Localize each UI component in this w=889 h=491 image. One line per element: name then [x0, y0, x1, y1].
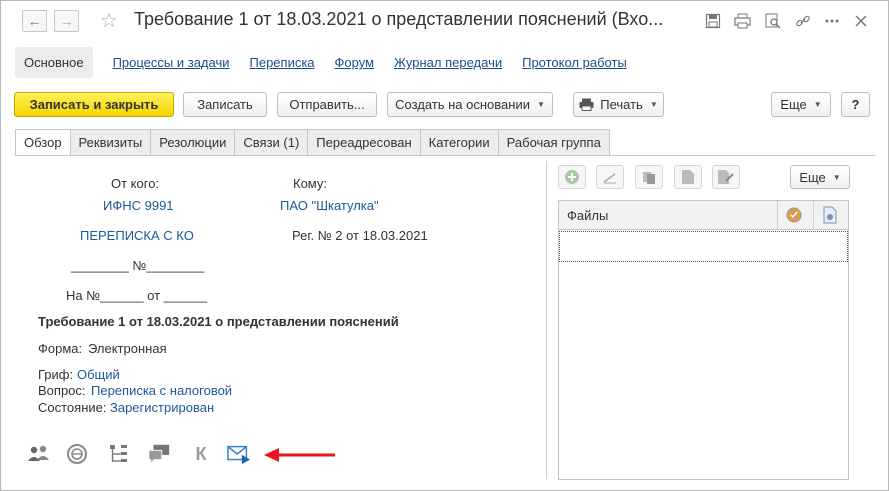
print-button[interactable]: Печать ▼ — [573, 92, 664, 117]
dropdown-caret-icon: ▼ — [649, 100, 658, 109]
edit-pen-icon — [603, 173, 616, 184]
section-link-work-log[interactable]: Протокол работы — [522, 55, 627, 70]
to-label: Кому: — [293, 176, 327, 191]
save-button[interactable]: Записать — [183, 92, 267, 117]
link-chain-icon[interactable] — [794, 12, 812, 30]
document-icon — [682, 170, 694, 184]
hierarchy-tree-icon[interactable] — [107, 442, 131, 466]
tab-links[interactable]: Связи (1) — [235, 129, 309, 156]
save-and-close-button[interactable]: Записать и закрыть — [14, 92, 174, 117]
question-value-link[interactable]: Переписка с налоговой — [91, 383, 232, 398]
create-based-on-label: Создать на основании — [395, 97, 530, 112]
document-edit-icon — [718, 170, 734, 184]
files-more-label: Еще — [799, 169, 826, 185]
send-label: Отправить... — [289, 97, 365, 112]
forward-button[interactable]: → — [54, 10, 79, 32]
panel-divider — [546, 161, 547, 479]
registration-info: Рег. № 2 от 18.03.2021 — [292, 228, 428, 243]
files-column-header[interactable]: Файлы — [567, 208, 608, 223]
more-options-icon[interactable] — [823, 12, 841, 30]
edit-file-button[interactable] — [596, 165, 624, 189]
files-table-row[interactable] — [559, 231, 848, 262]
tab-details[interactable]: Реквизиты — [70, 129, 152, 156]
title-bar: ← → ☆ Требование 1 от 18.03.2021 о предс… — [1, 1, 888, 41]
edit-document-button[interactable] — [712, 165, 740, 189]
files-more-button[interactable]: Еще ▼ — [790, 165, 850, 189]
file-properties-icon[interactable] — [822, 206, 838, 224]
tab-categories[interactable]: Категории — [420, 129, 499, 156]
section-link-forum[interactable]: Форум — [335, 55, 375, 70]
state-value-link[interactable]: Зарегистрирован — [110, 400, 214, 415]
state-label: Состояние: — [38, 400, 107, 415]
favorite-star-icon[interactable]: ☆ — [100, 8, 118, 33]
from-sub-link[interactable]: ПЕРЕПИСКА С КО — [80, 228, 194, 243]
tab-resolutions[interactable]: Резолюции — [151, 129, 236, 156]
signature-status-icon[interactable] — [785, 206, 803, 224]
header-divider — [813, 201, 814, 230]
k-letter-icon[interactable]: К — [189, 442, 213, 466]
tab-forwarded[interactable]: Переадресован — [308, 129, 421, 156]
close-icon[interactable] — [852, 12, 870, 30]
files-table-header: Файлы — [559, 201, 848, 230]
dropdown-caret-icon: ▼ — [813, 100, 822, 109]
outgoing-number-line: ________ №________ — [71, 258, 205, 273]
print-label: Печать — [600, 97, 643, 112]
red-pointer-arrow — [263, 446, 337, 464]
email-send-icon[interactable] — [227, 442, 251, 466]
dropdown-caret-icon: ▼ — [832, 172, 841, 182]
tab-overview[interactable]: Обзор — [15, 129, 71, 156]
open-file-button[interactable] — [674, 165, 702, 189]
help-label: ? — [851, 97, 860, 112]
send-button[interactable]: Отправить... — [277, 92, 377, 117]
grif-label: Гриф: — [38, 367, 74, 382]
window-title: Требование 1 от 18.03.2021 о представлен… — [134, 9, 664, 29]
more-button[interactable]: Еще ▼ — [771, 92, 831, 117]
arrow-right-icon: → — [59, 13, 74, 29]
forum-circle-icon[interactable] — [65, 442, 89, 466]
question-label: Вопрос: — [38, 383, 86, 398]
add-file-button[interactable] — [558, 165, 586, 189]
arrow-left-icon: ← — [27, 13, 42, 29]
tab-work-group[interactable]: Рабочая группа — [498, 129, 610, 156]
section-main[interactable]: Основное — [15, 47, 93, 78]
print-icon[interactable] — [733, 12, 751, 30]
copy-file-button[interactable] — [635, 165, 663, 189]
section-link-correspondence[interactable]: Переписка — [250, 55, 315, 70]
copy-icon — [643, 172, 655, 184]
section-nav: Основное Процессы и задачи Переписка Фор… — [15, 46, 627, 79]
form-label: Форма: — [38, 341, 83, 356]
help-button[interactable]: ? — [841, 92, 870, 117]
save-disk-icon[interactable] — [704, 12, 722, 30]
save-label: Записать — [197, 97, 253, 112]
chat-bubbles-icon[interactable] — [147, 442, 171, 466]
tab-underline — [15, 155, 876, 156]
document-window: ← → ☆ Требование 1 от 18.03.2021 о предс… — [0, 0, 889, 491]
dropdown-caret-icon: ▼ — [536, 100, 545, 109]
create-based-on-button[interactable]: Создать на основании ▼ — [387, 92, 553, 117]
plus-circle-icon — [565, 170, 579, 184]
back-button[interactable]: ← — [22, 10, 47, 32]
reference-number-line: На №______ от ______ — [66, 288, 208, 303]
preview-search-icon[interactable] — [764, 12, 782, 30]
section-link-transfer-log[interactable]: Журнал передачи — [394, 55, 502, 70]
grif-value-link[interactable]: Общий — [77, 367, 120, 382]
form-value: Электронная — [88, 341, 167, 356]
from-label: От кого: — [111, 176, 160, 191]
section-link-processes[interactable]: Процессы и задачи — [113, 55, 230, 70]
header-divider — [777, 201, 778, 230]
save-and-close-label: Записать и закрыть — [29, 97, 159, 112]
printer-icon — [579, 98, 594, 111]
users-icon[interactable] — [27, 442, 51, 466]
to-org-link[interactable]: ПАО "Шкатулка" — [280, 198, 379, 213]
from-org-link[interactable]: ИФНС 9991 — [103, 198, 174, 213]
tab-bar: Обзор Реквизиты Резолюции Связи (1) Пере… — [15, 129, 610, 156]
files-table[interactable]: Файлы — [558, 200, 849, 480]
document-subject: Требование 1 от 18.03.2021 о представлен… — [38, 314, 399, 329]
more-label: Еще — [780, 97, 807, 112]
